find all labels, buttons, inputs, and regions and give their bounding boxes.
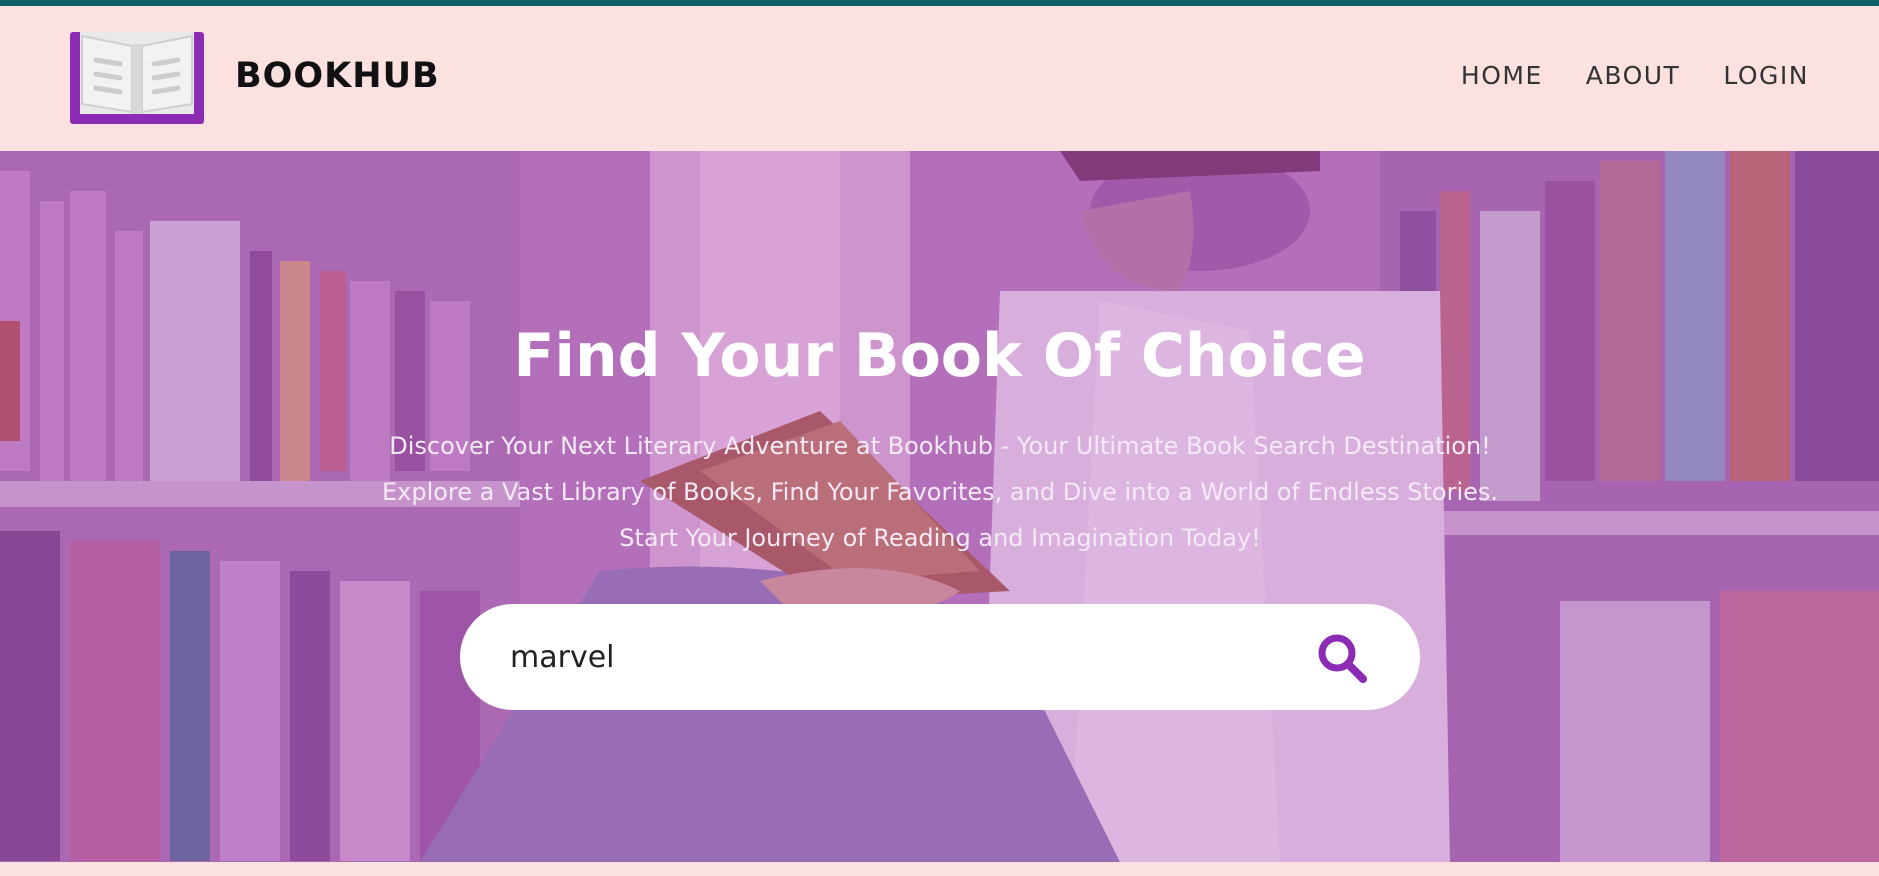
nav-about-link[interactable]: ABOUT (1586, 61, 1681, 90)
search-input[interactable] (510, 639, 1270, 675)
search-button[interactable] (1316, 632, 1368, 684)
search-bar (460, 604, 1420, 710)
site-header: BOOKHUB HOME ABOUT LOGIN (0, 6, 1879, 151)
nav-home-link[interactable]: HOME (1461, 61, 1543, 90)
search-icon (1318, 634, 1367, 683)
hero-title: Find Your Book Of Choice (513, 321, 1366, 391)
open-book-icon[interactable] (70, 32, 204, 124)
main-nav: HOME ABOUT LOGIN (1461, 61, 1809, 90)
bottom-strip (0, 862, 1879, 876)
nav-login-link[interactable]: LOGIN (1723, 61, 1809, 90)
hero-subtitle: Discover Your Next Literary Adventure at… (381, 432, 1499, 552)
brand-name[interactable]: BOOKHUB (235, 56, 440, 96)
hero-section: Find Your Book Of Choice Discover Your N… (0, 151, 1879, 862)
